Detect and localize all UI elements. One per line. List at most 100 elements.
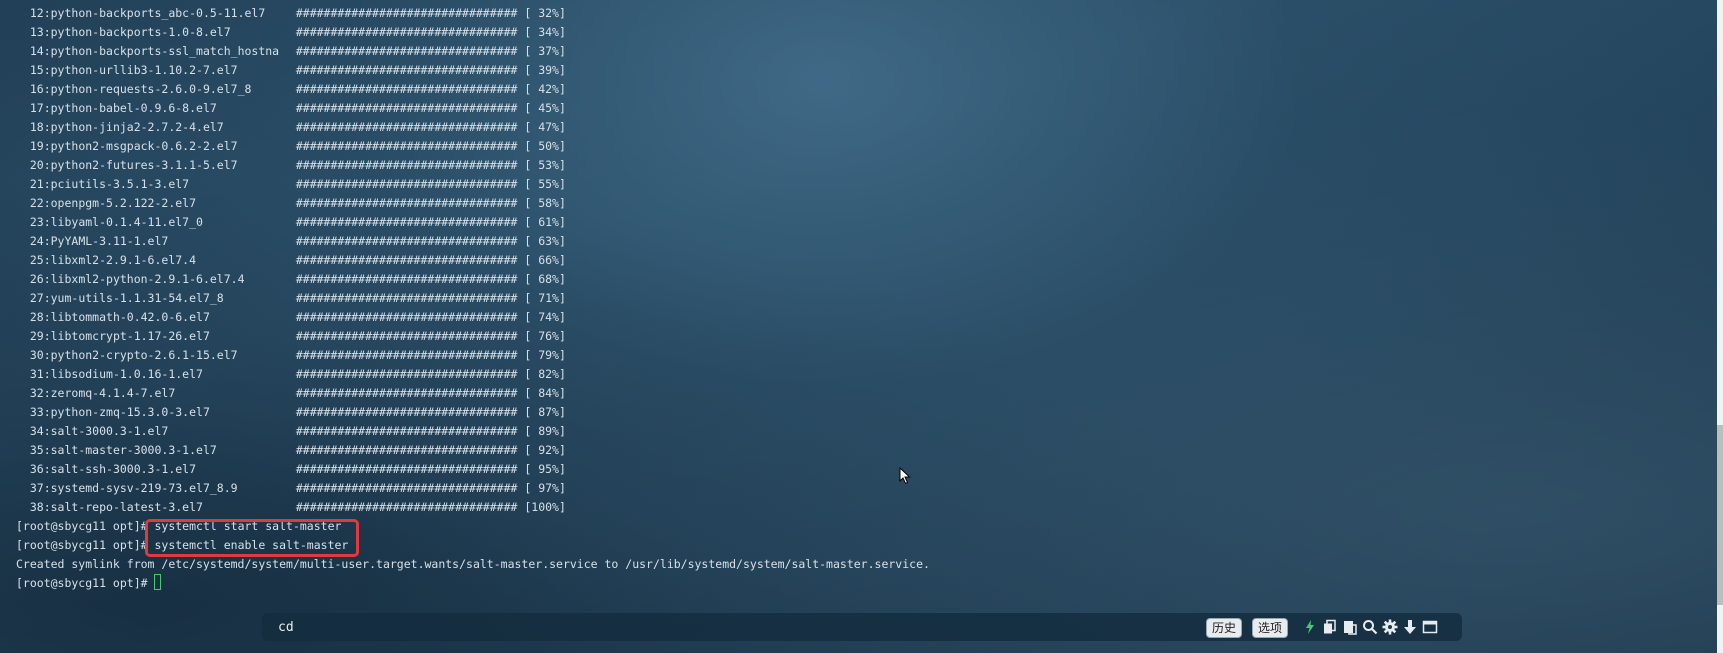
progress-hashes: ################################ (295, 101, 518, 115)
row-indent (16, 386, 30, 400)
row-indent (16, 348, 30, 362)
progress-hashes: ################################ (295, 120, 518, 134)
history-button[interactable]: 历史 (1206, 618, 1243, 638)
install-row: 22:openpgm-5.2.122-2.el7 ################… (16, 194, 930, 213)
package-name: 34:salt-3000.3-1.el7 (29, 424, 169, 438)
screen: 12:python-backports_abc-0.5-11.el7 ######… (0, 0, 1723, 653)
install-row: 14:python-backports-ssl_match_hostna ####… (16, 42, 930, 61)
install-row: 31:libsodium-1.0.16-1.el7 ###############… (16, 365, 930, 384)
progress-hashes: ################################ (295, 348, 518, 362)
progress-hashes: ################################ (295, 215, 518, 229)
package-name: 32:zeromq-4.1.4-7.el7 (29, 386, 176, 400)
install-row: 26:libxml2-python-2.9.1-6.el7.4 #########… (16, 270, 930, 289)
package-name: 29:libtomcrypt-1.17-26.el7 (29, 329, 210, 343)
progress-percent: [100%] (524, 500, 566, 514)
progress-hashes: ################################ (295, 462, 518, 476)
command-enable-salt-master: systemctl enable salt-master (154, 538, 349, 552)
progress-percent: [ 37%] (524, 44, 566, 58)
package-name: 23:libyaml-0.1.4-11.el7_0 (29, 215, 203, 229)
package-name: 35:salt-master-3000.3-1.el7 (29, 443, 217, 457)
install-row: 13:python-backports-1.0-8.el7 ###########… (16, 23, 930, 42)
package-name: 30:python2-crypto-2.6.1-15.el7 (29, 348, 238, 362)
progress-percent: [ 92%] (524, 443, 566, 457)
row-indent (16, 367, 30, 381)
progress-hashes: ################################ (295, 6, 518, 20)
package-name: 38:salt-repo-latest-3.el7 (29, 500, 203, 514)
row-indent (16, 291, 30, 305)
progress-hashes: ################################ (295, 481, 518, 495)
progress-hashes: ################################ (295, 272, 518, 286)
progress-hashes: ################################ (295, 253, 518, 267)
progress-hashes: ################################ (295, 139, 518, 153)
scrollbar-track[interactable] (1717, 0, 1723, 653)
prompt-line-2: [root@sbycg11 opt]# systemctl enable sal… (16, 536, 930, 555)
progress-percent: [ 61%] (524, 215, 566, 229)
paste-icon[interactable] (1342, 619, 1358, 635)
package-name: 27:yum-utils-1.1.31-54.el7_8 (29, 291, 224, 305)
command-input[interactable] (278, 613, 1178, 641)
package-name: 18:python-jinja2-2.7.2-4.el7 (29, 120, 224, 134)
lightning-icon[interactable] (1302, 619, 1318, 635)
progress-percent: [ 34%] (524, 25, 566, 39)
row-indent (16, 272, 30, 286)
row-indent (16, 424, 30, 438)
row-indent (16, 101, 30, 115)
progress-hashes: ################################ (295, 196, 518, 210)
row-indent (16, 63, 30, 77)
download-icon[interactable] (1402, 619, 1418, 635)
progress-percent: [ 76%] (524, 329, 566, 343)
install-row: 19:python2-msgpack-0.6.2-2.el7 ##########… (16, 137, 930, 156)
install-row: 18:python-jinja2-2.7.2-4.el7 ############… (16, 118, 930, 137)
progress-percent: [ 50%] (524, 139, 566, 153)
row-indent (16, 196, 30, 210)
row-indent (16, 177, 30, 191)
install-row: 36:salt-ssh-3000.3-1.el7 ################… (16, 460, 930, 479)
progress-hashes: ################################ (295, 44, 518, 58)
progress-hashes: ################################ (295, 82, 518, 96)
row-indent (16, 500, 30, 514)
row-indent (16, 82, 30, 96)
window-icon[interactable] (1422, 619, 1438, 635)
install-row: 16:python-requests-2.6.0-9.el7_8 ########… (16, 80, 930, 99)
package-name: 14:python-backports-ssl_match_hostna (29, 44, 280, 58)
package-name: 12:python-backports_abc-0.5-11.el7 (29, 6, 266, 20)
options-button[interactable]: 选项 (1252, 618, 1289, 638)
progress-percent: [ 55%] (524, 177, 566, 191)
package-name: 37:systemd-sysv-219-73.el7_8.9 (29, 481, 238, 495)
progress-percent: [ 87%] (524, 405, 566, 419)
progress-percent: [ 66%] (524, 253, 566, 267)
progress-hashes: ################################ (295, 158, 518, 172)
prompt: [root@sbycg11 opt]# (16, 576, 155, 590)
install-row: 12:python-backports_abc-0.5-11.el7 ######… (16, 4, 930, 23)
install-row: 37:systemd-sysv-219-73.el7_8.9 ##########… (16, 479, 930, 498)
search-icon[interactable] (1362, 619, 1378, 635)
progress-hashes: ################################ (295, 500, 518, 514)
text-cursor (154, 574, 162, 590)
package-name: 20:python2-futures-3.1.1-5.el7 (29, 158, 238, 172)
install-row: 28:libtommath-0.42.0-6.el7 ##############… (16, 308, 930, 327)
install-progress-list: 12:python-backports_abc-0.5-11.el7 ######… (16, 4, 930, 517)
install-row: 38:salt-repo-latest-3.el7 ###############… (16, 498, 930, 517)
gear-icon[interactable] (1382, 619, 1398, 635)
progress-hashes: ################################ (295, 234, 518, 248)
package-name: 19:python2-msgpack-0.6.2-2.el7 (29, 139, 238, 153)
row-indent (16, 253, 30, 267)
prompt: [root@sbycg11 opt]# (16, 538, 155, 552)
scrollbar-thumb[interactable] (1717, 425, 1723, 605)
row-indent (16, 120, 30, 134)
progress-percent: [ 89%] (524, 424, 566, 438)
install-row: 35:salt-master-3000.3-1.el7 #############… (16, 441, 930, 460)
install-row: 33:python-zmq-15.3.0-3.el7 ##############… (16, 403, 930, 422)
progress-percent: [ 39%] (524, 63, 566, 77)
mouse-pointer-icon (899, 467, 911, 485)
progress-percent: [ 95%] (524, 462, 566, 476)
terminal-window[interactable]: 12:python-backports_abc-0.5-11.el7 ######… (0, 0, 1717, 653)
progress-hashes: ################################ (295, 25, 518, 39)
progress-hashes: ################################ (295, 177, 518, 191)
row-indent (16, 6, 30, 20)
progress-percent: [ 53%] (524, 158, 566, 172)
install-row: 27:yum-utils-1.1.31-54.el7_8 ############… (16, 289, 930, 308)
copy-icon[interactable] (1322, 619, 1338, 635)
row-indent (16, 310, 30, 324)
install-row: 20:python2-futures-3.1.1-5.el7 ##########… (16, 156, 930, 175)
